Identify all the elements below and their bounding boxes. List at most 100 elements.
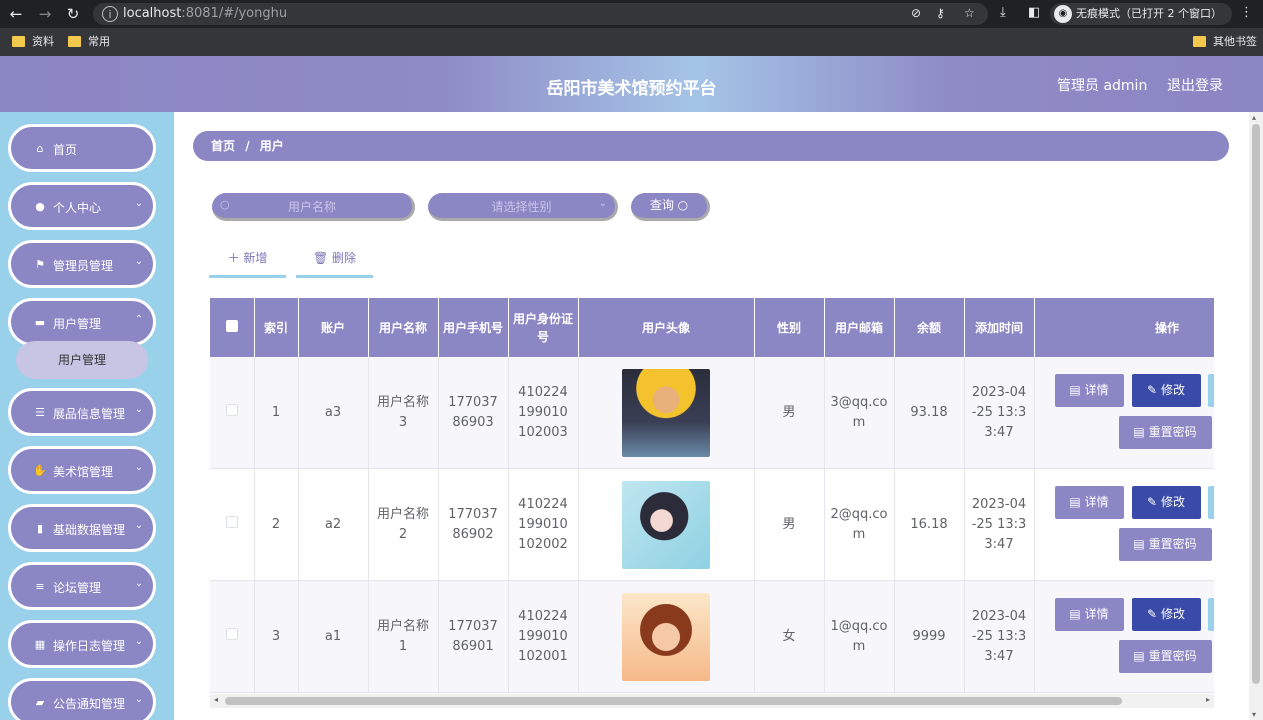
cell-name: 用户名称3 (368, 357, 439, 469)
vertical-scrollbar[interactable]: ▴ ▾ (1249, 112, 1263, 720)
avatar[interactable] (622, 592, 710, 681)
avatar[interactable] (622, 480, 710, 569)
incognito-badge[interactable]: ◉ 无痕模式（已打开 2 个窗口） (1050, 3, 1232, 25)
detail-button[interactable]: ▤ 详情 (1054, 598, 1124, 631)
row-checkbox-cell[interactable] (210, 580, 255, 693)
cell-id-card: 410224199010102002 (508, 468, 579, 581)
sidebar-item-basedata[interactable]: ▮ 基础数据管理 ⌄ (8, 504, 156, 552)
header-actions: 操作 (1034, 298, 1214, 357)
header-balance: 余额 (894, 298, 965, 357)
row-checkbox[interactable] (225, 627, 238, 640)
chevron-down-icon: ⌄ (134, 636, 143, 647)
select-all-checkbox[interactable] (225, 319, 238, 332)
cell-account: a3 (298, 357, 369, 469)
bookmark-ziliao[interactable]: 资料 (12, 35, 54, 49)
select-all-checkbox-cell[interactable] (210, 298, 255, 357)
sidebar-item-notices[interactable]: ▰ 公告通知管理 ⌄ (8, 678, 156, 720)
query-button[interactable]: 查询 ○ (631, 193, 710, 221)
incognito-icon: ◉ (1054, 5, 1072, 23)
cell-phone: 17703786903 (438, 357, 509, 469)
bookmark-changyong[interactable]: 常用 (68, 35, 110, 49)
cell-phone: 17703786901 (438, 580, 509, 693)
edit-button[interactable]: ✎ 修改 (1131, 598, 1201, 631)
sidebar-item-forum[interactable]: ≡ 论坛管理 ⌄ (8, 562, 156, 610)
sidebar-item-logs[interactable]: ▦ 操作日志管理 ⌄ (8, 620, 156, 668)
doc-icon: ▤ (1069, 607, 1081, 621)
user-name-search-input[interactable]: ○ 用户名称 (212, 193, 415, 221)
add-button[interactable]: ＋ 新增 (209, 245, 286, 278)
scroll-up-icon[interactable]: ▴ (1252, 113, 1256, 122)
row-checkbox-cell[interactable] (210, 468, 255, 581)
user-table: 索引 账户 用户名称 用户手机号 用户身份证号 用户头像 性别 用户邮箱 余额 … (210, 298, 1214, 708)
cell-index: 3 (254, 580, 299, 693)
breadcrumb-current: 用户 (259, 139, 284, 153)
breadcrumb-home[interactable]: 首页 (211, 139, 235, 153)
sidebar-item-profile[interactable]: ● 个人中心 ⌄ (8, 182, 156, 230)
logout-link[interactable]: 退出登录 (1167, 75, 1223, 95)
cell-account: a2 (298, 468, 369, 581)
scrollbar-thumb[interactable] (225, 697, 1122, 705)
reset-password-button[interactable]: ▤ 重置密码 (1118, 528, 1212, 561)
chevron-down-icon: ⌄ (134, 256, 143, 267)
detail-button[interactable]: ▤ 详情 (1054, 486, 1124, 519)
star-icon[interactable]: ☆ (964, 6, 975, 20)
sidebar-item-users[interactable]: ▬ 用户管理 ⌃ (8, 298, 156, 346)
download-icon[interactable]: ⤓ (1000, 5, 1006, 20)
bookmarks-bar: 资料 常用 其他书签 (0, 28, 1263, 56)
avatar[interactable] (622, 368, 710, 457)
browser-toolbar: ← → ↻ i localhost:8081/#/yonghu ⊘ ⚷ ☆ ⤓ … (0, 0, 1263, 28)
cell-gender: 男 (754, 357, 825, 469)
cell-actions: ▤ 详情 ✎ 修改 ▤ 重置密码 (1034, 468, 1214, 581)
more-button[interactable] (1207, 598, 1214, 631)
cell-name: 用户名称1 (368, 580, 439, 693)
doc-icon: ▤ (1133, 425, 1145, 439)
row-checkbox[interactable] (225, 403, 238, 416)
sidebar-item-admins[interactable]: ⚑ 管理员管理 ⌄ (8, 240, 156, 288)
delete-button[interactable]: 🗑 删除 (296, 245, 373, 278)
blocked-icon[interactable]: ⊘ (911, 6, 921, 20)
cell-avatar (578, 580, 755, 693)
edit-button[interactable]: ✎ 修改 (1131, 486, 1201, 519)
side-panel-icon[interactable]: ◧ (1028, 5, 1040, 20)
sliders-icon: ≡ (35, 580, 45, 593)
detail-button[interactable]: ▤ 详情 (1054, 374, 1124, 407)
scrollbar-thumb[interactable] (1252, 124, 1260, 684)
pencil-icon: ✎ (1147, 495, 1158, 509)
row-checkbox-cell[interactable] (210, 357, 255, 469)
bookmark-other[interactable]: 其他书签 (1193, 35, 1257, 49)
header-id-card: 用户身份证号 (508, 298, 579, 357)
reload-icon[interactable]: ↻ (63, 4, 83, 24)
info-icon[interactable]: i (102, 6, 118, 22)
menu-icon[interactable]: ⋮ (1240, 5, 1253, 20)
plus-icon: ＋ (227, 251, 240, 265)
sidebar: ⌂ 首页 ● 个人中心 ⌄ ⚑ 管理员管理 ⌄ ▬ 用户管理 ⌃ 用户管理 ☰ … (0, 112, 174, 720)
sidebar-subitem-users[interactable]: 用户管理 (16, 341, 148, 379)
more-button[interactable] (1207, 374, 1214, 407)
reset-password-button[interactable]: ▤ 重置密码 (1118, 640, 1212, 673)
forward-icon[interactable]: → (35, 4, 55, 24)
header-gender: 性别 (754, 298, 825, 357)
scroll-down-icon[interactable]: ▾ (1252, 710, 1256, 719)
scroll-right-icon[interactable]: ▸ (1206, 695, 1210, 704)
table-row: 2 a2 用户名称2 17703786902 41022419901010200… (210, 468, 1214, 581)
chevron-down-icon: ⌄ (134, 404, 143, 415)
scroll-left-icon[interactable]: ◂ (214, 695, 218, 704)
key-icon[interactable]: ⚷ (936, 6, 945, 20)
cell-index: 2 (254, 468, 299, 581)
edit-button[interactable]: ✎ 修改 (1131, 374, 1201, 407)
back-icon[interactable]: ← (6, 4, 26, 24)
gender-select[interactable]: 请选择性别 ⌄ (428, 193, 618, 221)
horizontal-scrollbar[interactable]: ◂ ▸ (210, 694, 1214, 708)
cell-balance: 16.18 (894, 468, 965, 581)
flag-icon: ⚑ (35, 258, 45, 271)
cell-avatar (578, 357, 755, 469)
sidebar-item-gallery[interactable]: ✋ 美术馆管理 ⌄ (8, 446, 156, 494)
admin-label: 管理员 admin (1057, 78, 1148, 94)
sidebar-item-home[interactable]: ⌂ 首页 (8, 124, 156, 172)
row-checkbox[interactable] (225, 515, 238, 528)
more-button[interactable] (1207, 486, 1214, 519)
sidebar-item-exhibits[interactable]: ☰ 展品信息管理 ⌄ (8, 388, 156, 436)
address-bar[interactable]: i localhost:8081/#/yonghu ⊘ ⚷ ☆ (93, 3, 988, 25)
header-name: 用户名称 (368, 298, 439, 357)
reset-password-button[interactable]: ▤ 重置密码 (1118, 416, 1212, 449)
